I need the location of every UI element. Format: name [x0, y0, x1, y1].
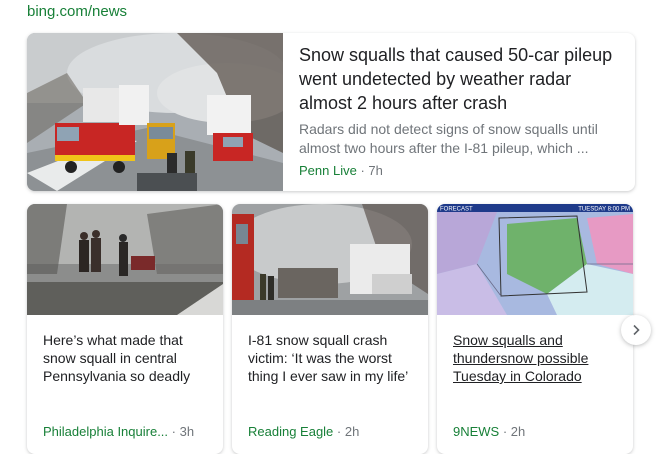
meta-separator: ·: [356, 163, 369, 178]
main-story-publisher[interactable]: Penn Live: [299, 163, 357, 178]
story-card-3[interactable]: FORECAST TUESDAY 8:00 PM Snow squalls an…: [437, 204, 633, 454]
story-card-1[interactable]: Here’s what made that snow squall in cen…: [27, 204, 223, 454]
story-image-3[interactable]: FORECAST TUESDAY 8:00 PM: [437, 204, 633, 315]
story-publisher-3[interactable]: 9NEWS: [453, 424, 499, 439]
story-age-2: 2h: [344, 424, 360, 439]
main-story-body: Snow squalls that caused 50-car pileup w…: [283, 33, 635, 191]
main-story-age: 7h: [368, 163, 383, 178]
story-publisher-1[interactable]: Philadelphia Inquire...: [43, 424, 168, 439]
main-story-meta: Penn Live · 7h: [299, 163, 621, 178]
main-story-card[interactable]: Snow squalls that caused 50-car pileup w…: [27, 33, 635, 191]
main-story-image[interactable]: [27, 33, 283, 191]
next-carousel-button[interactable]: [621, 315, 651, 345]
meta-separator: ·: [333, 424, 345, 439]
source-url-link[interactable]: bing.com/news: [27, 3, 127, 20]
meta-separator: ·: [168, 424, 180, 439]
story-image-1[interactable]: [27, 204, 223, 315]
map-header-right: TUESDAY 8:00 PM: [578, 207, 630, 213]
story-age-1: 3h: [179, 424, 195, 439]
story-meta-2: Reading Eagle · 2h: [248, 424, 359, 439]
map-header-left: FORECAST: [440, 207, 473, 213]
story-title-3[interactable]: Snow squalls and thundersnow possible Tu…: [453, 331, 619, 421]
story-age-3: 2h: [510, 424, 526, 439]
story-meta-1: Philadelphia Inquire... · 3h: [43, 424, 194, 439]
story-body-1: Here’s what made that snow squall in cen…: [27, 315, 223, 421]
chevron-right-icon: [633, 324, 640, 336]
story-title-1[interactable]: Here’s what made that snow squall in cen…: [43, 331, 209, 421]
meta-separator: ·: [499, 424, 511, 439]
story-meta-3: 9NEWS · 2h: [453, 424, 525, 439]
story-image-2[interactable]: [232, 204, 428, 315]
main-story-snippet: Radars did not detect signs of snow squa…: [299, 121, 598, 156]
story-body-3: Snow squalls and thundersnow possible Tu…: [437, 315, 633, 421]
story-title-2[interactable]: I-81 snow squall crash victim: ‘It was t…: [248, 331, 414, 421]
source-url[interactable]: bing.com/news: [27, 3, 127, 20]
story-publisher-2[interactable]: Reading Eagle: [248, 424, 333, 439]
story-card-2[interactable]: I-81 snow squall crash victim: ‘It was t…: [232, 204, 428, 454]
story-body-2: I-81 snow squall crash victim: ‘It was t…: [232, 315, 428, 421]
main-story-title[interactable]: Snow squalls that caused 50-car pileup w…: [299, 43, 621, 115]
